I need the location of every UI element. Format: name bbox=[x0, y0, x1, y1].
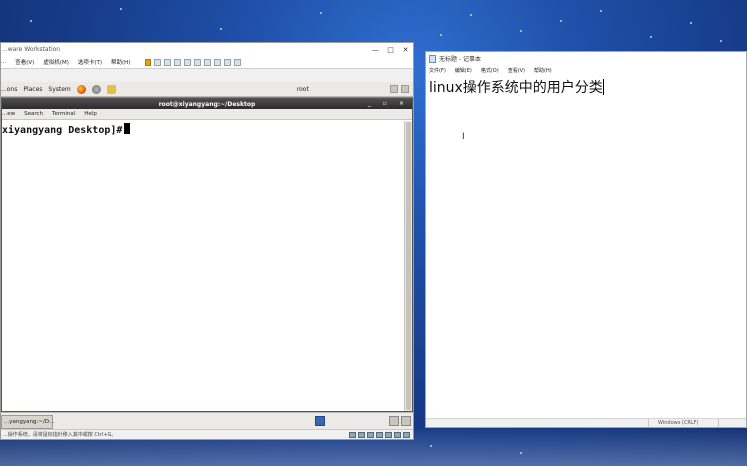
terminal-menu-help[interactable]: Help bbox=[84, 111, 97, 117]
notepad-menu-help[interactable]: 帮助(H) bbox=[534, 67, 552, 74]
panel-menu-places[interactable]: Places bbox=[23, 86, 42, 93]
workspace-icon[interactable] bbox=[315, 416, 325, 426]
terminal-menu-terminal[interactable]: Terminal bbox=[52, 111, 75, 117]
menu-item-help[interactable]: 帮助(H) bbox=[111, 58, 130, 66]
hdd-icon[interactable] bbox=[349, 431, 356, 438]
terminal-menubar: ...ew Search Terminal Help bbox=[2, 109, 412, 120]
usb-icon[interactable] bbox=[376, 431, 383, 438]
evolution-icon[interactable] bbox=[91, 84, 101, 94]
minimize-button[interactable]: — bbox=[368, 46, 383, 54]
terminal-menu-view[interactable]: ...ew bbox=[2, 111, 15, 117]
firefox-icon[interactable] bbox=[76, 84, 86, 94]
menu-item-tabs[interactable]: 选项卡(T) bbox=[78, 58, 102, 66]
console-view-icon[interactable] bbox=[224, 58, 232, 66]
panel-username: root bbox=[296, 85, 309, 93]
view-settings-icon[interactable] bbox=[234, 58, 242, 66]
notepad-statusbar: Windows (CRLF) bbox=[426, 418, 746, 427]
text-caret bbox=[602, 79, 604, 95]
terminal-window: root@xiyangyang:~/Desktop _ ▫ × ...ew Se… bbox=[1, 98, 413, 412]
notepad-menu-view[interactable]: 查看(V) bbox=[508, 67, 525, 74]
notepad-menu-file[interactable]: 文件(F) bbox=[429, 67, 446, 74]
display-icon[interactable] bbox=[403, 431, 410, 438]
terminal-prompt: xiyangyang Desktop]# bbox=[2, 125, 123, 136]
send-ctrl-alt-del-icon[interactable] bbox=[154, 58, 162, 66]
panel-menu-applications[interactable]: ...ons bbox=[1, 86, 17, 93]
terminal-titlebar: root@xiyangyang:~/Desktop _ ▫ × bbox=[2, 99, 412, 109]
printer-icon[interactable] bbox=[394, 431, 401, 438]
fullscreen-icon[interactable] bbox=[204, 58, 212, 66]
vmware-titlebar: ...ware Workstation — □ ✕ bbox=[1, 43, 413, 56]
notepad-editor[interactable]: linux操作系统中的用户分类 bbox=[429, 77, 604, 97]
cdrom-icon[interactable] bbox=[358, 431, 365, 438]
snapshot-manager-icon[interactable] bbox=[184, 58, 192, 66]
guest-desktop: ...ons Places System root root@xiyangyan… bbox=[1, 82, 413, 432]
show-desktop-icon[interactable] bbox=[401, 416, 411, 426]
revert-snapshot-icon[interactable] bbox=[174, 58, 182, 66]
notepad-menu-format[interactable]: 格式(O) bbox=[481, 67, 499, 74]
taskbar-item-terminal[interactable]: ...yangyang:~/D... bbox=[1, 415, 54, 429]
notepad-titlebar: 无标题 - 记事本 bbox=[426, 52, 746, 65]
terminal-scrollbar[interactable] bbox=[404, 121, 412, 411]
vmware-status-text: ...操作系统，请将鼠标指针移入其中或按 Ctrl+G。 bbox=[3, 432, 117, 438]
notepad-title: 无标题 - 记事本 bbox=[439, 56, 481, 63]
trash-icon[interactable] bbox=[389, 416, 399, 426]
notepad-menu-edit[interactable]: 编辑(E) bbox=[455, 67, 472, 74]
vmware-statusbar: ...操作系统，请将鼠标指针移入其中或按 Ctrl+G。 bbox=[1, 429, 413, 439]
unity-icon[interactable] bbox=[214, 58, 222, 66]
gnome-top-panel: ...ons Places System root bbox=[1, 82, 413, 97]
maximize-button[interactable]: □ bbox=[383, 46, 398, 54]
sidebar-icon[interactable] bbox=[194, 58, 202, 66]
volume-icon[interactable] bbox=[401, 85, 409, 93]
vmware-toolbar bbox=[145, 58, 242, 66]
encoding-status: Windows (CRLF) bbox=[658, 420, 699, 426]
tray-icon[interactable] bbox=[390, 85, 398, 93]
notes-icon[interactable] bbox=[106, 84, 116, 94]
vmware-menubar: ... 查看(V) 虚拟机(M) 选项卡(T) 帮助(H) bbox=[1, 56, 413, 68]
pause-icon[interactable] bbox=[145, 58, 152, 66]
menu-item-vm[interactable]: 虚拟机(M) bbox=[43, 58, 69, 66]
menu-item-view[interactable]: 查看(V) bbox=[15, 58, 34, 66]
menu-item-edit[interactable]: ... bbox=[1, 59, 6, 65]
panel-menu-system[interactable]: System bbox=[48, 86, 70, 93]
notepad-content: linux操作系统中的用户分类 bbox=[429, 80, 603, 96]
close-button[interactable]: ✕ bbox=[398, 46, 413, 54]
terminal-output[interactable]: xiyangyang Desktop]# bbox=[2, 121, 404, 411]
terminal-menu-search[interactable]: Search bbox=[24, 111, 43, 117]
terminal-window-controls[interactable]: _ ▫ × bbox=[368, 100, 409, 107]
notepad-menubar: 文件(F) 编辑(E) 格式(O) 查看(V) 帮助(H) bbox=[426, 65, 746, 75]
snapshot-icon[interactable] bbox=[164, 58, 172, 66]
notepad-window: 无标题 - 记事本 文件(F) 编辑(E) 格式(O) 查看(V) 帮助(H) … bbox=[425, 51, 747, 428]
vmware-window: ...ware Workstation — □ ✕ ... 查看(V) 虚拟机(… bbox=[0, 42, 414, 440]
notepad-icon bbox=[429, 54, 436, 63]
vmware-title: ...ware Workstation bbox=[2, 46, 61, 53]
sound-icon[interactable] bbox=[385, 431, 392, 438]
network-icon[interactable] bbox=[367, 431, 374, 438]
text-cursor-icon: I bbox=[462, 132, 465, 142]
terminal-cursor bbox=[124, 123, 131, 134]
terminal-title: root@xiyangyang:~/Desktop bbox=[158, 100, 256, 108]
